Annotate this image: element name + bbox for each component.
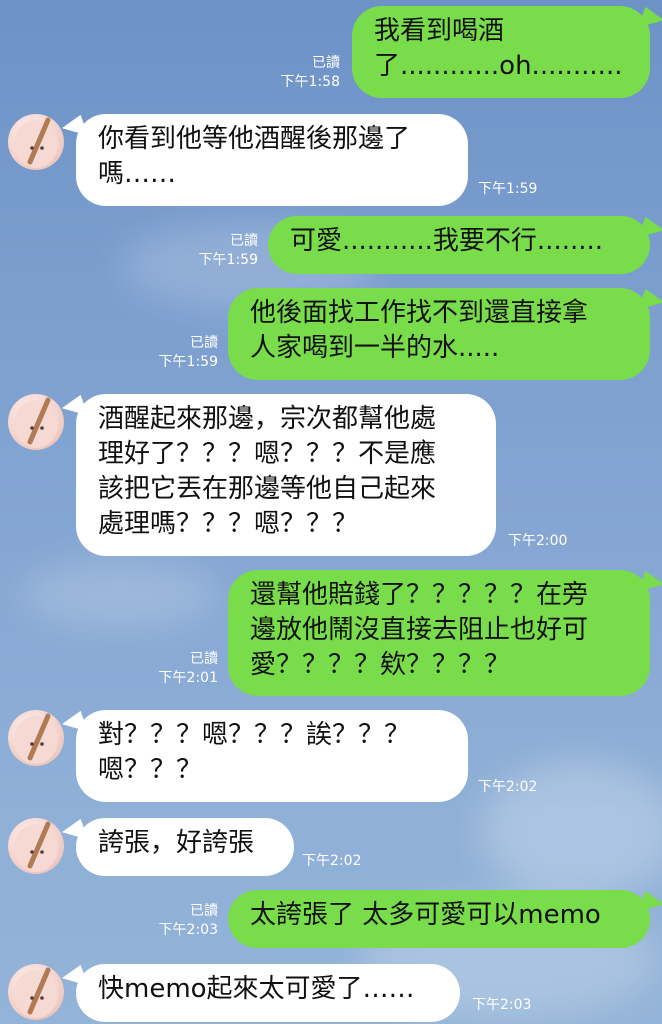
message-time: 下午1:59: [478, 181, 538, 197]
message-meta: 下午2:03: [472, 996, 531, 1015]
read-receipt: 已讀: [190, 651, 218, 667]
contact-avatar[interactable]: [8, 710, 64, 766]
pink-character-avatar-icon: [14, 713, 58, 764]
read-receipt: 已讀: [190, 903, 218, 919]
pink-character-avatar-icon: [14, 117, 58, 168]
outgoing-message-bubble[interactable]: 他後面找工作找不到還直接拿 人家喝到一半的水.....: [228, 288, 650, 380]
message-time: 下午1:59: [158, 354, 218, 370]
read-receipt: 已讀: [230, 233, 258, 249]
contact-avatar[interactable]: [8, 818, 64, 874]
message-time: 下午2:02: [478, 779, 538, 795]
message-time: 下午2:00: [508, 533, 568, 549]
message-meta: 已讀 下午2:01: [159, 650, 218, 688]
incoming-message-bubble[interactable]: 快memo起來太可愛了……: [76, 964, 460, 1022]
incoming-message-bubble[interactable]: 酒醒起來那邊，宗次都幫他處 理好了？？？嗯？？？不是應 該把它丟在那邊等他自己起…: [76, 394, 496, 556]
message-meta: 下午2:00: [508, 532, 567, 551]
outgoing-message-bubble[interactable]: 我看到喝酒 了............oh...........: [352, 6, 650, 98]
message-meta: 下午1:59: [478, 180, 537, 199]
message-time: 下午2:02: [302, 853, 362, 869]
message-meta: 下午2:02: [478, 778, 537, 797]
read-receipt: 已讀: [190, 335, 218, 351]
contact-avatar[interactable]: [8, 394, 64, 450]
message-time: 下午1:59: [198, 252, 258, 268]
message-time: 下午1:58: [280, 74, 340, 90]
message-meta: 已讀 下午1:59: [159, 334, 218, 372]
outgoing-message-bubble[interactable]: 太誇張了 太多可愛可以memo: [228, 890, 650, 948]
incoming-message-bubble[interactable]: 對？？？嗯？？？誒？？？ 嗯？？？: [76, 710, 468, 802]
read-receipt: 已讀: [312, 55, 340, 71]
outgoing-message-bubble[interactable]: 可愛...........我要不行........: [268, 216, 650, 274]
contact-avatar[interactable]: [8, 114, 64, 170]
background-cloud: [20, 560, 220, 630]
pink-character-avatar-icon: [14, 967, 58, 1018]
pink-character-avatar-icon: [14, 821, 58, 872]
message-meta: 已讀 下午1:58: [281, 54, 340, 92]
message-time: 下午2:01: [158, 670, 218, 686]
message-meta: 下午2:02: [302, 852, 361, 871]
message-meta: 已讀 下午2:03: [159, 902, 218, 940]
message-time: 下午2:03: [472, 997, 532, 1013]
incoming-message-bubble[interactable]: 誇張，好誇張: [76, 818, 294, 876]
message-meta: 已讀 下午1:59: [199, 232, 258, 270]
incoming-message-bubble[interactable]: 你看到他等他酒醒後那邊了 嗎……: [76, 114, 468, 206]
pink-character-avatar-icon: [14, 397, 58, 448]
outgoing-message-bubble[interactable]: 還幫他賠錢了？？？？？在旁 邊放他鬧沒直接去阻止也好可 愛？？？？欸？？？？: [228, 570, 650, 696]
contact-avatar[interactable]: [8, 964, 64, 1020]
message-time: 下午2:03: [158, 922, 218, 938]
